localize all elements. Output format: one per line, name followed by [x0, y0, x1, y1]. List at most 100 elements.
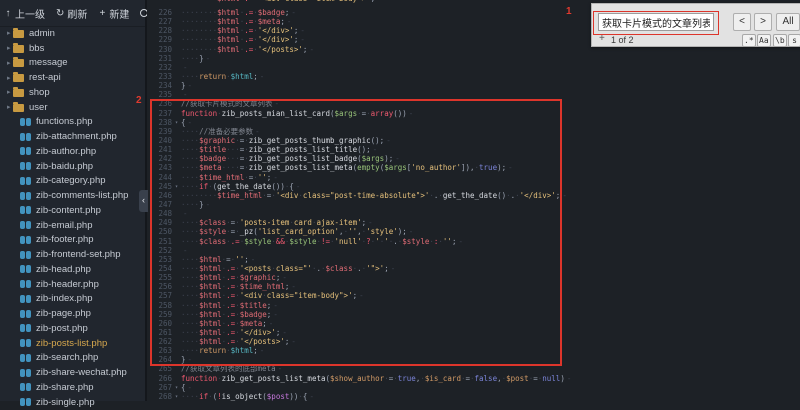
file-item-zib-head.php[interactable]: zib-head.php [0, 262, 143, 277]
search-option-[interactable]: .* [742, 34, 756, 47]
toolbar-item-2[interactable]: + 新建 [98, 6, 129, 21]
search-input[interactable] [598, 13, 714, 31]
search-all-button[interactable]: All [776, 13, 800, 31]
fold-arrow-icon [172, 26, 181, 35]
code-line[interactable]: 261 ····$html·.=·'</div>'; - [147, 328, 800, 337]
folder-item-admin[interactable]: ▸ admin [0, 26, 143, 41]
line-number: 229 [158, 35, 172, 45]
file-item-zib-page.php[interactable]: zib-page.php [0, 306, 143, 321]
file-item-zib-posts-list.php[interactable]: zib-posts-list.php [0, 336, 143, 351]
search-option-b[interactable]: \b [773, 34, 787, 47]
file-item-zib-share.php[interactable]: zib-share.php [0, 380, 143, 395]
code-line[interactable]: 262 ····$html·.=·'</posts>'; - [147, 337, 800, 346]
code-line[interactable]: 247 ····} - [147, 200, 800, 209]
search-expand-toggle[interactable]: + [599, 33, 605, 44]
toolbar-item-1[interactable]: ↻ 刷新 [56, 6, 87, 21]
file-item-zib-comments-list.php[interactable]: zib-comments-list.php [0, 188, 143, 203]
code-editor[interactable]: ········$html·.=·'<div·class="item-body"… [147, 0, 800, 401]
file-item-zib-search.php[interactable]: zib-search.php [0, 351, 143, 366]
code-line[interactable]: 250 ····$style·=·_pz('list_card_option',·… [147, 227, 800, 236]
file-item-zib-content.php[interactable]: zib-content.php [0, 203, 143, 218]
code-line[interactable]: 244 ····$time_html·=·''; - [147, 173, 800, 182]
code-line[interactable]: 254 ····$html·.=·'<posts·class="'·.·$clas… [147, 264, 800, 273]
sidebar-collapse-handle[interactable]: ‹ [139, 190, 148, 212]
file-item-zib-author.php[interactable]: zib-author.php [0, 144, 143, 159]
line-number: 254 [158, 263, 172, 273]
file-item-zib-share-wechat.php[interactable]: zib-share-wechat.php [0, 365, 143, 380]
line-number: 247 [158, 199, 172, 209]
code-line[interactable]: 246 ········$time_html·=·'<div·class="pos… [147, 191, 800, 200]
fold-arrow-icon [172, 72, 181, 81]
code-line[interactable]: 249 ····$class·=·'posts-item·card·ajax-it… [147, 218, 800, 227]
fold-arrow-icon [172, 54, 181, 63]
code-line[interactable]: 231 ····} - [147, 54, 800, 63]
code-line[interactable]: 252 - [147, 246, 800, 255]
search-prev-button[interactable]: < [733, 13, 751, 31]
fold-arrow-icon[interactable]: ▾ [172, 182, 181, 191]
code-line[interactable]: 255 ····$html·.=·$graphic; - [147, 273, 800, 282]
code-line[interactable]: 236 //获取卡片模式的文章列表 - [147, 99, 800, 108]
folder-item-message[interactable]: ▸ message [0, 56, 143, 71]
code-line[interactable]: 241 ····$title···=·zib_get_posts_list_tit… [147, 145, 800, 154]
chevron-right-icon: ▸ [7, 104, 11, 112]
search-option-Aa[interactable]: Aa [757, 34, 771, 47]
file-item-zib-post.php[interactable]: zib-post.php [0, 321, 143, 336]
code-line[interactable]: 233 ····return·$html; - [147, 72, 800, 81]
file-item-zib-attachment.php[interactable]: zib-attachment.php [0, 129, 143, 144]
code-line[interactable]: 239 ····//准备必要参数 - [147, 127, 800, 136]
code-line[interactable]: 238 ▾{- [147, 118, 800, 127]
code-line-text: ····$html·.=·$time_html; - [181, 282, 296, 292]
file-item-zib-single.php[interactable]: zib-single.php [0, 395, 143, 410]
file-item-zib-email.php[interactable]: zib-email.php [0, 218, 143, 233]
search-option-s[interactable]: s [788, 34, 800, 47]
file-item-zib-category.php[interactable]: zib-category.php [0, 174, 143, 189]
code-line[interactable]: 237 function·zib_posts_mian_list_card($ar… [147, 109, 800, 118]
folder-item-rest-api[interactable]: ▸ rest-api [0, 70, 143, 85]
php-file-icon [20, 383, 31, 392]
file-item-zib-frontend-set.php[interactable]: zib-frontend-set.php [0, 247, 143, 262]
code-line[interactable]: 253 ····$html·=·''; - [147, 255, 800, 264]
code-line[interactable]: 232 - [147, 63, 800, 72]
file-item-zib-header.php[interactable]: zib-header.php [0, 277, 143, 292]
code-line[interactable]: 256 ····$html·.=·$time_html; - [147, 282, 800, 291]
file-item-zib-footer.php[interactable]: zib-footer.php [0, 233, 143, 248]
code-line[interactable]: 263 ····return·$html; - [147, 346, 800, 355]
toolbar-item-0[interactable]: ↑ 上一级 [4, 6, 46, 21]
code-line[interactable]: 266 function·zib_get_posts_list_meta($sho… [147, 374, 800, 383]
file-item-zib-index.php[interactable]: zib-index.php [0, 292, 143, 307]
fold-arrow-icon [172, 273, 181, 282]
code-line[interactable]: 251 ····$class·.=·$style·&&·$style·!=·'nu… [147, 237, 800, 246]
fold-arrow-icon[interactable]: ▾ [172, 118, 181, 127]
code-line[interactable]: 234} - [147, 81, 800, 90]
code-line[interactable]: 259 ····$html·.=·$badge; - [147, 310, 800, 319]
code-line[interactable]: 257 ····$html·.=·'<div·class="item-body">… [147, 291, 800, 300]
file-item-functions.php[interactable]: functions.php [0, 115, 143, 130]
code-line[interactable]: 242 ····$badge···=·zib_get_posts_list_bad… [147, 154, 800, 163]
folder-item-shop[interactable]: ▸ shop [0, 85, 143, 100]
fold-arrow-icon [172, 319, 181, 328]
code-line[interactable]: 243 ····$meta····=·zib_get_posts_list_met… [147, 163, 800, 172]
code-line[interactable]: 265 //获取文章列表的底部meta - [147, 364, 800, 373]
code-line[interactable]: 240 ····$graphic·=·zib_get_posts_thumb_gr… [147, 136, 800, 145]
search-next-button[interactable]: > [754, 13, 772, 31]
chevron-right-icon: ▸ [7, 59, 11, 67]
code-line[interactable]: 245 ▾ ····if·(get_the_date())·{- [147, 182, 800, 191]
code-line-text: ····$style·=·_pz('list_card_option',·'',… [181, 227, 414, 237]
code-line-text: ····$html·.=·'</posts>'; - [181, 337, 296, 347]
php-file-icon [20, 206, 31, 215]
code-line[interactable]: 260 ····$html·.=·$meta; - [147, 319, 800, 328]
code-line[interactable]: 248 - [147, 209, 800, 218]
code-line[interactable]: 258 ····$html·.=·$title; - [147, 301, 800, 310]
code-line[interactable]: 235 - [147, 90, 800, 99]
folder-icon [13, 72, 24, 83]
folder-icon [13, 27, 24, 38]
fold-arrow-icon[interactable]: ▾ [172, 392, 181, 401]
toolbar-item-label: 上一级 [15, 9, 45, 21]
code-line[interactable]: 264} - [147, 355, 800, 364]
code-line[interactable]: 268 ▾ ····if·(!is_object($post))·{- [147, 392, 800, 401]
folder-item-bbs[interactable]: ▸ bbs [0, 41, 143, 56]
file-item-zib-baidu.php[interactable]: zib-baidu.php [0, 159, 143, 174]
fold-arrow-icon[interactable]: ▾ [172, 383, 181, 392]
folder-item-user[interactable]: ▸ user [0, 100, 143, 115]
code-line[interactable]: 267 ▾{- [147, 383, 800, 392]
